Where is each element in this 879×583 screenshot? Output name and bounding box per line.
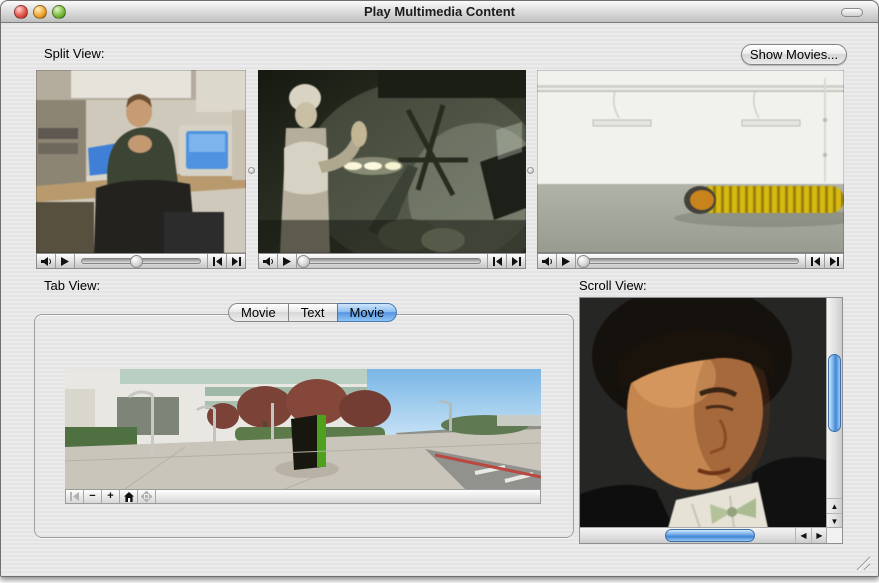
movie-3-video[interactable] (537, 70, 844, 253)
scrubber-thumb[interactable] (577, 255, 590, 268)
collapse-button[interactable] (841, 8, 863, 17)
show-movies-button[interactable]: Show Movies... (741, 44, 847, 65)
scroll-down-icon[interactable]: ▼ (827, 513, 842, 528)
divider-dimple-icon (248, 167, 255, 174)
volume-icon[interactable] (37, 254, 56, 268)
title-bar[interactable]: Play Multimedia Content (1, 1, 878, 23)
split-divider-1[interactable] (246, 70, 258, 269)
tuxedo-man-graphic (580, 298, 827, 528)
vr-controller: − + (65, 489, 541, 504)
scrubber-thumb[interactable] (130, 255, 143, 268)
movie-2-controller (258, 253, 526, 269)
dark-figure-scene-graphic (258, 70, 526, 253)
tab-movie-2[interactable]: Movie (337, 303, 398, 322)
tab-view-label: Tab View: (44, 278, 100, 293)
movie-1-controller (36, 253, 246, 269)
office-scene-graphic (36, 70, 246, 253)
vertical-scroll-arrows: ▲ ▼ (827, 498, 842, 528)
split-divider-2[interactable] (525, 70, 537, 269)
campus-panorama-graphic (65, 369, 541, 489)
window: Play Multimedia Content Split View: Show… (0, 0, 879, 577)
step-forward-icon[interactable] (506, 254, 525, 268)
vr-pan-icon[interactable] (138, 490, 156, 503)
step-forward-icon[interactable] (824, 254, 843, 268)
movie-1-video[interactable] (36, 70, 246, 253)
vr-home-icon[interactable] (120, 490, 138, 503)
step-backward-icon[interactable] (487, 254, 506, 268)
movie-view-1 (36, 70, 246, 269)
scroll-view-label: Scroll View: (579, 278, 647, 293)
gallery-tube-scene-graphic (537, 70, 844, 253)
window-title: Play Multimedia Content (1, 4, 878, 19)
split-view (36, 70, 844, 269)
play-icon[interactable] (56, 254, 75, 268)
horizontal-scroll-arrows: ◀ ▶ (795, 528, 827, 543)
tab-movie-1[interactable]: Movie (228, 303, 288, 322)
scrubber-track (303, 258, 481, 264)
vr-zoom-in-icon[interactable]: + (102, 490, 120, 503)
vr-step-backward-icon[interactable] (66, 490, 84, 503)
volume-icon[interactable] (538, 254, 557, 268)
movie-2-video[interactable] (258, 70, 526, 253)
step-backward-icon[interactable] (207, 254, 226, 268)
vertical-scrollbar[interactable]: ▲ ▼ (826, 298, 842, 528)
scrubber-thumb[interactable] (297, 255, 310, 268)
volume-icon[interactable] (259, 254, 278, 268)
resize-grip-icon[interactable] (854, 554, 870, 570)
scroll-view-content[interactable] (580, 298, 827, 528)
scroll-view: ▲ ▼ ◀ ▶ (579, 297, 843, 544)
scrubber-track (582, 258, 799, 264)
scroll-up-icon[interactable]: ▲ (827, 498, 842, 513)
divider-dimple-icon (527, 167, 534, 174)
horizontal-scrollbar[interactable]: ◀ ▶ (580, 527, 827, 543)
movie-view-2 (258, 70, 526, 269)
movie-1-scrubber[interactable] (75, 254, 207, 268)
tab-bar: Movie Text Movie (228, 303, 397, 322)
vr-panorama-view[interactable] (65, 369, 541, 489)
play-icon[interactable] (557, 254, 576, 268)
movie-2-scrubber[interactable] (297, 254, 487, 268)
scrollbar-corner (826, 527, 842, 543)
vertical-scrollbar-thumb[interactable] (828, 354, 841, 432)
step-backward-icon[interactable] (805, 254, 824, 268)
horizontal-scrollbar-thumb[interactable] (665, 529, 755, 542)
movie-3-controller (537, 253, 844, 269)
movie-view-3 (537, 70, 844, 269)
movie-3-scrubber[interactable] (576, 254, 805, 268)
step-forward-icon[interactable] (226, 254, 245, 268)
tab-text[interactable]: Text (288, 303, 337, 322)
play-icon[interactable] (278, 254, 297, 268)
scroll-left-icon[interactable]: ◀ (795, 528, 811, 543)
scroll-right-icon[interactable]: ▶ (811, 528, 827, 543)
split-view-label: Split View: (44, 46, 104, 61)
vr-zoom-out-icon[interactable]: − (84, 490, 102, 503)
